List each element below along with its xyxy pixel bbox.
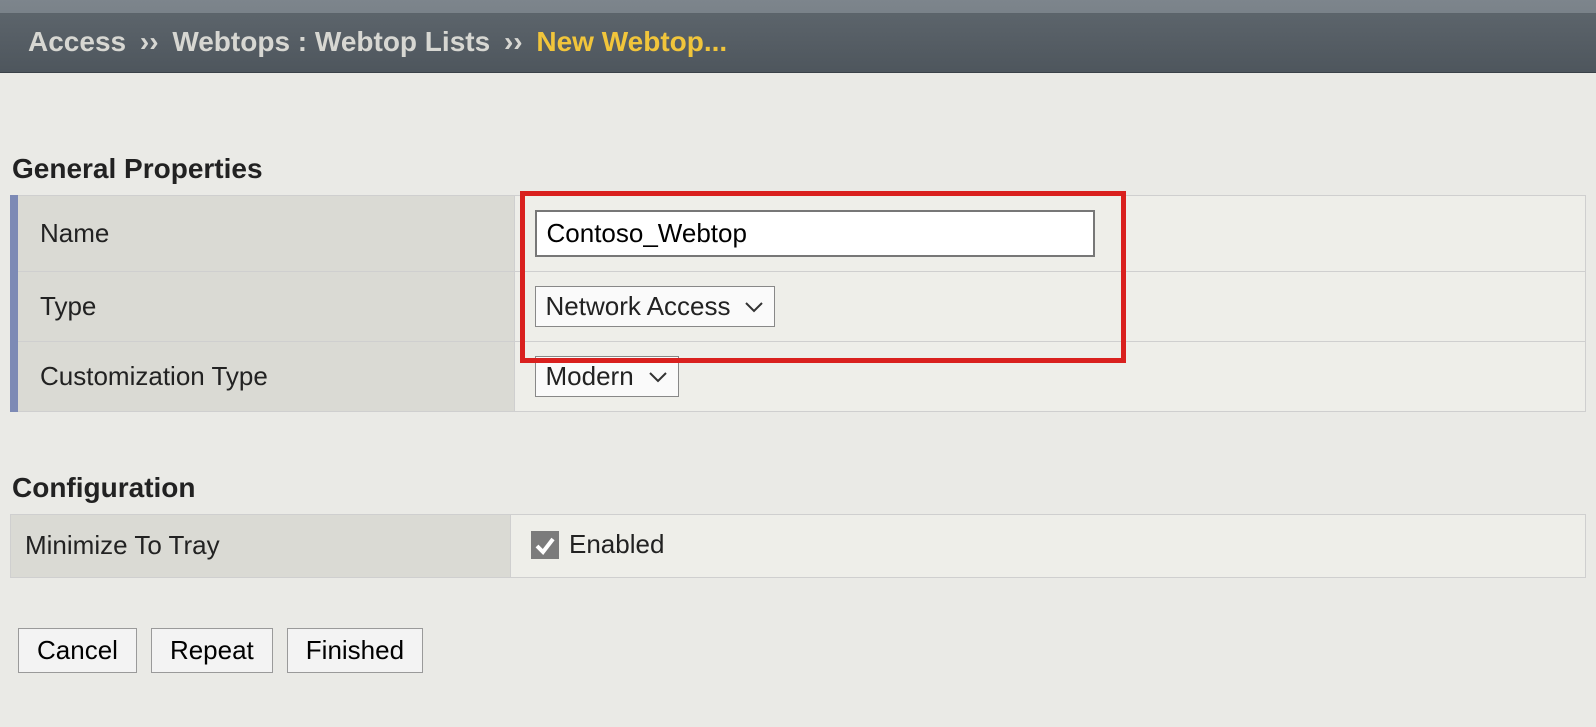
configuration-table: Minimize To Tray Enabled (10, 514, 1586, 578)
form-buttons: Cancel Repeat Finished (10, 628, 1586, 673)
checkbox-label-enabled: Enabled (569, 529, 664, 560)
breadcrumb-separator: ›› (140, 26, 159, 57)
type-select-value: Network Access (546, 291, 731, 322)
general-properties-table: Name Type Network Access Customiza (10, 195, 1586, 412)
table-row: Type Network Access (14, 272, 1586, 342)
breadcrumb-current: New Webtop... (536, 26, 727, 57)
table-row: Minimize To Tray Enabled (11, 515, 1586, 578)
finished-button[interactable]: Finished (287, 628, 423, 673)
cancel-button[interactable]: Cancel (18, 628, 137, 673)
chevron-down-icon (744, 300, 764, 314)
customization-type-select-value: Modern (546, 361, 634, 392)
breadcrumb-webtops[interactable]: Webtops : Webtop Lists (172, 26, 490, 57)
chevron-down-icon (648, 370, 668, 384)
label-type: Type (14, 272, 514, 342)
section-title-general: General Properties (12, 153, 1586, 185)
repeat-button[interactable]: Repeat (151, 628, 273, 673)
breadcrumb-separator: ›› (504, 26, 523, 57)
breadcrumb-access[interactable]: Access (28, 26, 126, 57)
label-customization-type: Customization Type (14, 342, 514, 412)
minimize-to-tray-checkbox[interactable] (531, 531, 559, 559)
table-row: Customization Type Modern (14, 342, 1586, 412)
table-row: Name (14, 196, 1586, 272)
window-top-border (0, 0, 1596, 14)
name-input[interactable] (535, 210, 1095, 257)
section-title-configuration: Configuration (12, 472, 1586, 504)
label-minimize-to-tray: Minimize To Tray (11, 515, 511, 578)
type-select[interactable]: Network Access (535, 286, 776, 327)
label-name: Name (14, 196, 514, 272)
customization-type-select[interactable]: Modern (535, 356, 679, 397)
breadcrumb: Access ›› Webtops : Webtop Lists ›› New … (0, 14, 1596, 73)
